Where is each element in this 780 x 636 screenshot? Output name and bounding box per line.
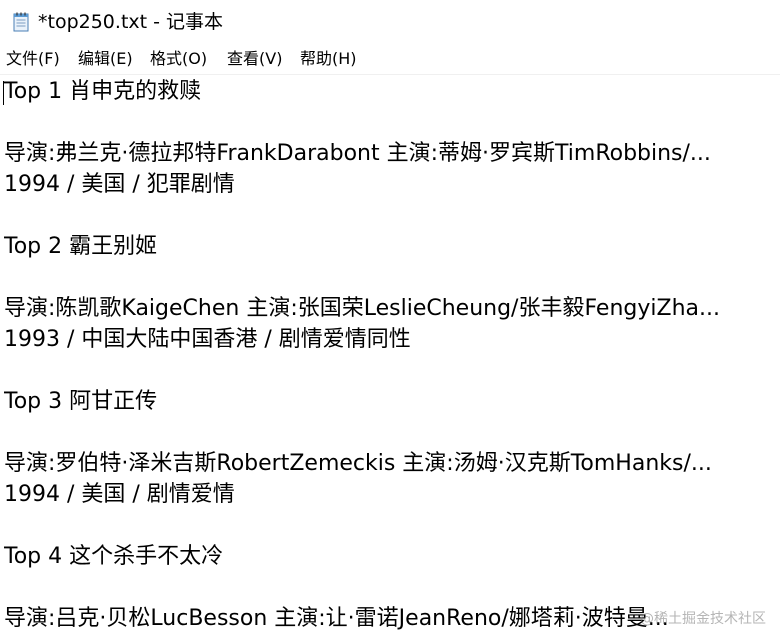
menu-bar: 文件(F) 编辑(E) 格式(O) 查看(V) 帮助(H) [0,44,780,75]
editor-line-top1-info: 1994 / 美国 / 犯罪剧情 [4,172,235,197]
editor-line-top1-title: Top 1 肖申克的救赎 [4,79,202,104]
notepad-icon [13,12,29,32]
text-editor[interactable]: Top 1 肖申克的救赎 导演:弗兰克·德拉邦特FrankDarabont 主演… [0,75,780,636]
menu-edit[interactable]: 编辑(E) [78,48,133,70]
editor-line-top3-info: 1994 / 美国 / 剧情爱情 [4,482,235,507]
editor-line-top1-credits: 导演:弗兰克·德拉邦特FrankDarabont 主演:蒂姆·罗宾斯TimRob… [4,141,711,166]
editor-line-top2-credits: 导演:陈凯歌KaigeChen 主演:张国荣LeslieCheung/张丰毅Fe… [4,296,720,321]
editor-line-top4-title: Top 4 这个杀手不太冷 [4,544,224,569]
menu-file[interactable]: 文件(F) [6,48,60,70]
editor-line-top2-title: Top 2 霸王别姬 [4,234,158,259]
editor-line-top3-title: Top 3 阿甘正传 [4,389,158,414]
menu-view[interactable]: 查看(V) [227,48,282,70]
editor-line-top3-credits: 导演:罗伯特·泽米吉斯RobertZemeckis 主演:汤姆·汉克斯TomHa… [4,451,712,476]
menu-format[interactable]: 格式(O) [150,48,207,70]
editor-line-top4-credits: 导演:吕克·贝松LucBesson 主演:让·雷诺JeanReno/娜塔莉·波特… [4,606,669,631]
editor-line-top2-info: 1993 / 中国大陆中国香港 / 剧情爱情同性 [4,327,411,352]
menu-help[interactable]: 帮助(H) [300,48,357,70]
watermark: @稀土掘金技术社区 [640,611,766,627]
title-bar: *top250.txt - 记事本 [0,0,780,44]
window-title: *top250.txt - 记事本 [38,11,224,33]
